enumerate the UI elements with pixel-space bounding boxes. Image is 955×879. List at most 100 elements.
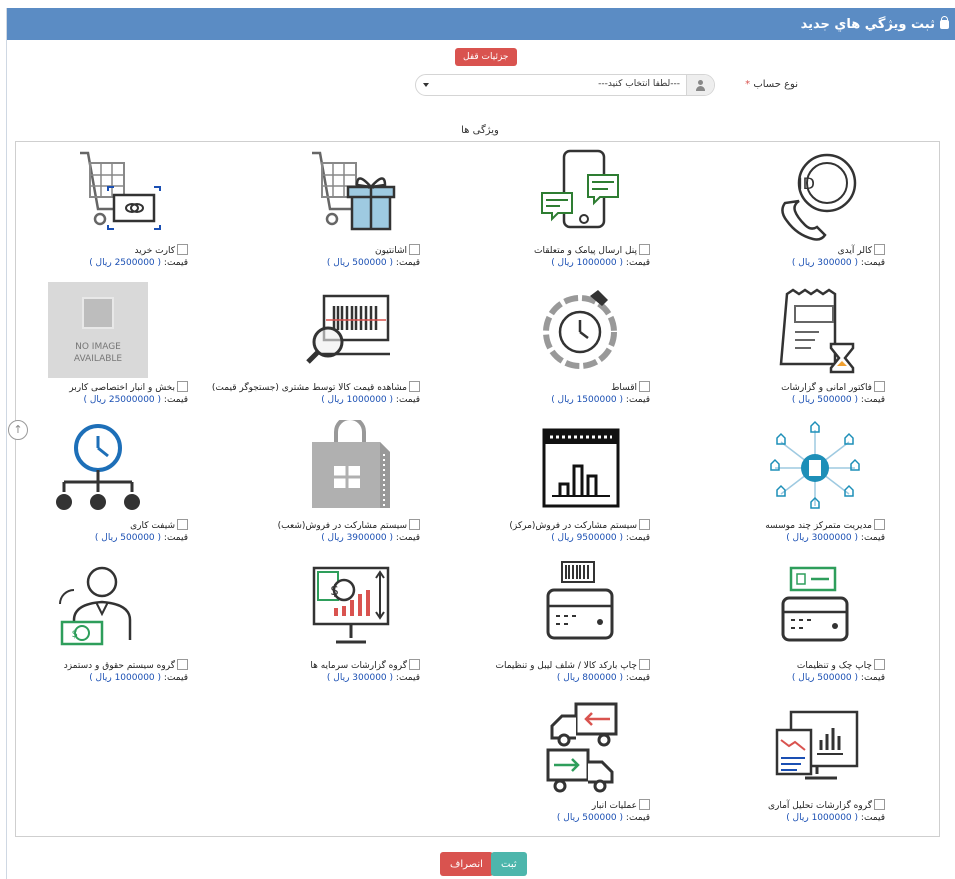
feature-checkbox[interactable] <box>639 799 650 810</box>
feature-name: چاپ چک و تنظیمات <box>796 661 872 671</box>
feature-name: اشانتیون <box>375 246 407 256</box>
feature-price: ( 500000 ریال ) <box>326 258 394 268</box>
feature-checkbox[interactable] <box>874 381 885 392</box>
required-mark: * <box>745 79 751 90</box>
feature-item: اقساط قیمت: ( 1500000 ریال ) <box>420 282 650 405</box>
price-label: قیمت: <box>860 395 885 405</box>
sales-partnership-branch-icon <box>300 420 400 516</box>
feature-item: سیستم مشارکت در فروش(مرکز) قیمت: ( 95000… <box>420 420 650 543</box>
price-label: قیمت: <box>395 673 420 683</box>
price-label: قیمت: <box>395 533 420 543</box>
feature-checkbox[interactable] <box>409 244 420 255</box>
feature-checkbox[interactable] <box>409 519 420 530</box>
feature-price: ( 9500000 ریال ) <box>551 533 624 543</box>
feature-name: اقساط <box>611 383 637 393</box>
feature-name: گروه سیستم حقوق و دستمزد <box>63 661 175 671</box>
feature-price: ( 500000 ریال ) <box>556 813 624 823</box>
feature-name: کارت خرید <box>134 246 175 256</box>
feature-item: چاپ بارکد کالا / شلف لیبل و تنظیمات قیمت… <box>420 560 650 683</box>
price-label: قیمت: <box>395 258 420 268</box>
feature-checkbox[interactable] <box>639 244 650 255</box>
feature-name: فاکتور امانی و گزارشات <box>781 383 872 393</box>
feature-name: سیستم مشارکت در فروش(مرکز) <box>509 521 637 531</box>
feature-price: ( 25000000 ریال ) <box>83 395 162 405</box>
price-label: قیمت: <box>625 813 650 823</box>
feature-checkbox[interactable] <box>874 799 885 810</box>
price-label: قیمت: <box>163 395 188 405</box>
feature-price: ( 300000 ریال ) <box>326 673 394 683</box>
price-label: قیمت: <box>860 673 885 683</box>
price-label: قیمت: <box>163 673 188 683</box>
feature-name: شیفت کاری <box>130 521 175 531</box>
feature-name: مشاهده قیمت کالا توسط مشتری (جستجوگر قیم… <box>211 383 407 393</box>
feature-item: گروه گزارشات تحلیل آماری قیمت: ( 1000000… <box>655 700 885 823</box>
feature-name: گروه گزارشات تحلیل آماری <box>767 801 872 811</box>
feature-checkbox[interactable] <box>874 659 885 670</box>
feature-checkbox[interactable] <box>177 659 188 670</box>
feature-item: کارت خرید قیمت: ( 2500000 ریال ) <box>0 145 188 268</box>
price-label: قیمت: <box>163 258 188 268</box>
feature-name: کالر آیدی <box>837 246 872 256</box>
caller-id-phone-icon: ID <box>765 145 865 241</box>
price-label: قیمت: <box>625 258 650 268</box>
account-type-label-text: نوع حساب <box>753 79 798 90</box>
feature-price: ( 2500000 ریال ) <box>89 258 162 268</box>
feature-item: سیستم مشارکت در فروش(شعب) قیمت: ( 390000… <box>190 420 420 543</box>
feature-checkbox[interactable] <box>409 381 420 392</box>
account-type-selected-value: ---لطفا انتخاب کنید--- <box>598 79 680 89</box>
invoice-hourglass-icon <box>765 282 865 378</box>
page-header: ثبت ويژگي هاي جديد <box>7 8 955 40</box>
feature-price: ( 800000 ریال ) <box>556 673 624 683</box>
features-title: ویژگی ها <box>461 125 499 136</box>
feature-name: سیستم مشارکت در فروش(شعب) <box>277 521 407 531</box>
feature-item: فاکتور امانی و گزارشات قیمت: ( 500000 ری… <box>655 282 885 405</box>
page-title: ثبت ويژگي هاي جديد <box>800 16 935 32</box>
dropdown-caret-icon <box>423 83 429 87</box>
price-label: قیمت: <box>860 813 885 823</box>
feature-name: پنل ارسال پیامک و متعلقات <box>534 246 637 256</box>
feature-item: اشانتیون قیمت: ( 500000 ریال ) <box>190 145 420 268</box>
feature-checkbox[interactable] <box>874 519 885 530</box>
statistical-report-icon <box>765 700 865 796</box>
submit-button[interactable]: ثبت <box>491 852 527 876</box>
feature-item: ID کالر آیدی قیمت: ( 300000 ریال ) <box>655 145 885 268</box>
sms-panel-phone-icon <box>530 145 630 241</box>
feature-price: ( 500000 ریال ) <box>94 533 162 543</box>
feature-item: $ گروه سیستم حقوق و دستمزد قیمت: ( 10000… <box>0 560 188 683</box>
capital-report-icon: $ <box>300 560 400 656</box>
installment-clock-icon <box>530 282 630 378</box>
cancel-button[interactable]: انصراف <box>440 852 493 876</box>
price-checker-icon <box>300 282 400 378</box>
lock-icon <box>940 15 949 29</box>
no-image-text-2: AVAILABLE <box>73 354 123 364</box>
feature-price: ( 1000000 ریال ) <box>786 813 859 823</box>
gift-cart-icon <box>300 145 400 241</box>
feature-item: پنل ارسال پیامک و متعلقات قیمت: ( 100000… <box>420 145 650 268</box>
feature-name: بخش و انبار اختصاصی کاربر <box>69 383 175 393</box>
sales-partnership-center-icon <box>530 420 630 516</box>
feature-checkbox[interactable] <box>874 244 885 255</box>
barcode-printer-icon <box>530 560 630 656</box>
feature-name: گروه گزارشات سرمایه ها <box>310 661 407 671</box>
feature-checkbox[interactable] <box>639 659 650 670</box>
feature-checkbox[interactable] <box>177 381 188 392</box>
feature-item: عملیات انبار قیمت: ( 500000 ریال ) <box>420 700 650 823</box>
feature-name: چاپ بارکد کالا / شلف لیبل و تنظیمات <box>495 661 637 671</box>
check-printer-icon <box>765 560 865 656</box>
feature-price: ( 1000000 ریال ) <box>551 258 624 268</box>
feature-checkbox[interactable] <box>177 519 188 530</box>
account-type-select[interactable]: ---لطفا انتخاب کنید--- <box>415 74 715 96</box>
feature-price: ( 1500000 ریال ) <box>551 395 624 405</box>
feature-checkbox[interactable] <box>639 381 650 392</box>
work-shift-clock-icon <box>48 420 148 516</box>
feature-checkbox[interactable] <box>409 659 420 670</box>
feature-name: عملیات انبار <box>591 801 637 811</box>
feature-price: ( 500000 ریال ) <box>791 673 859 683</box>
price-label: قیمت: <box>395 395 420 405</box>
feature-item: NO IMAGE AVAILABLE بخش و انبار اختصاصی ک… <box>0 282 188 405</box>
feature-checkbox[interactable] <box>639 519 650 530</box>
feature-price: ( 300000 ریال ) <box>791 258 859 268</box>
feature-checkbox[interactable] <box>177 244 188 255</box>
price-label: قیمت: <box>625 395 650 405</box>
lock-details-button[interactable]: جزئیات قفل <box>455 48 517 66</box>
